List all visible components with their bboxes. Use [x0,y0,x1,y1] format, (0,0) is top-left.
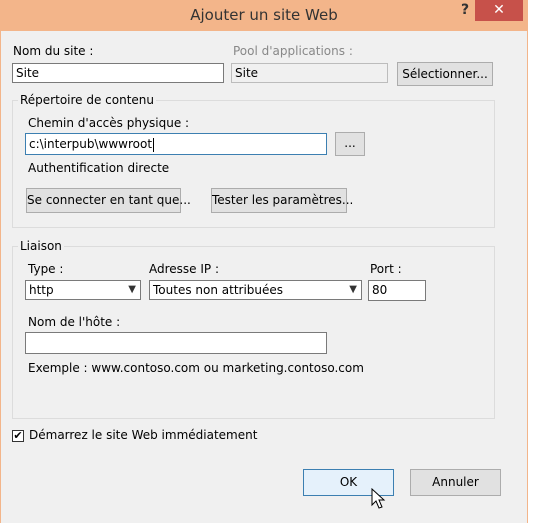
cancel-button[interactable]: Annuler [410,469,501,496]
start-immediately-checkbox[interactable]: ✔ [12,430,24,442]
select-pool-button[interactable]: Sélectionner... [397,62,493,86]
host-example-text: Exemple : www.contoso.com ou marketing.c… [28,361,364,375]
text-caret [153,137,155,152]
binding-group-label: Liaison [18,239,64,253]
chevron-down-icon: ▼ [128,284,136,295]
title-bar: Ajouter un site Web ? ✕ [1,0,527,31]
help-button[interactable]: ? [455,2,475,24]
dialog-body: Nom du site : Site Pool d'applications :… [9,31,519,515]
start-immediately-label: Démarrez le site Web immédiatement [29,428,258,442]
window-title: Ajouter un site Web [190,6,338,24]
browse-path-button[interactable]: ... [335,132,365,156]
binding-type-value: http [29,283,54,297]
test-settings-button[interactable]: Tester les paramètres... [211,188,353,213]
physical-path-value: c:\interpub\wwwroot [29,137,153,151]
port-input[interactable]: 80 [368,280,426,301]
binding-type-label: Type : [28,262,64,276]
site-name-input[interactable]: Site [12,63,224,83]
chevron-down-icon: ▼ [349,284,357,295]
close-button[interactable]: ✕ [475,0,523,21]
app-pool-input: Site [231,63,388,83]
dialog-window: Ajouter un site Web ? ✕ Nom du site : Si… [0,0,528,523]
ip-address-select[interactable]: Toutes non attribuées ▼ [149,280,362,300]
ip-address-label: Adresse IP : [149,262,220,276]
pass-through-auth-label: Authentification directe [28,161,170,175]
app-pool-label: Pool d'applications : [233,44,353,58]
port-label: Port : [370,262,402,276]
ip-address-value: Toutes non attribuées [153,283,284,297]
connect-as-button[interactable]: Se connecter en tant que... [26,188,191,213]
site-name-label: Nom du site : [13,44,94,58]
physical-path-label: Chemin d'accès physique : [28,116,190,130]
mouse-pointer-icon [371,488,386,509]
content-directory-group-label: Répertoire de contenu [18,93,157,107]
host-name-label: Nom de l'hôte : [28,315,121,329]
physical-path-input[interactable]: c:\interpub\wwwroot [25,133,327,155]
host-name-input[interactable] [25,332,327,354]
binding-type-select[interactable]: http ▼ [25,280,141,300]
